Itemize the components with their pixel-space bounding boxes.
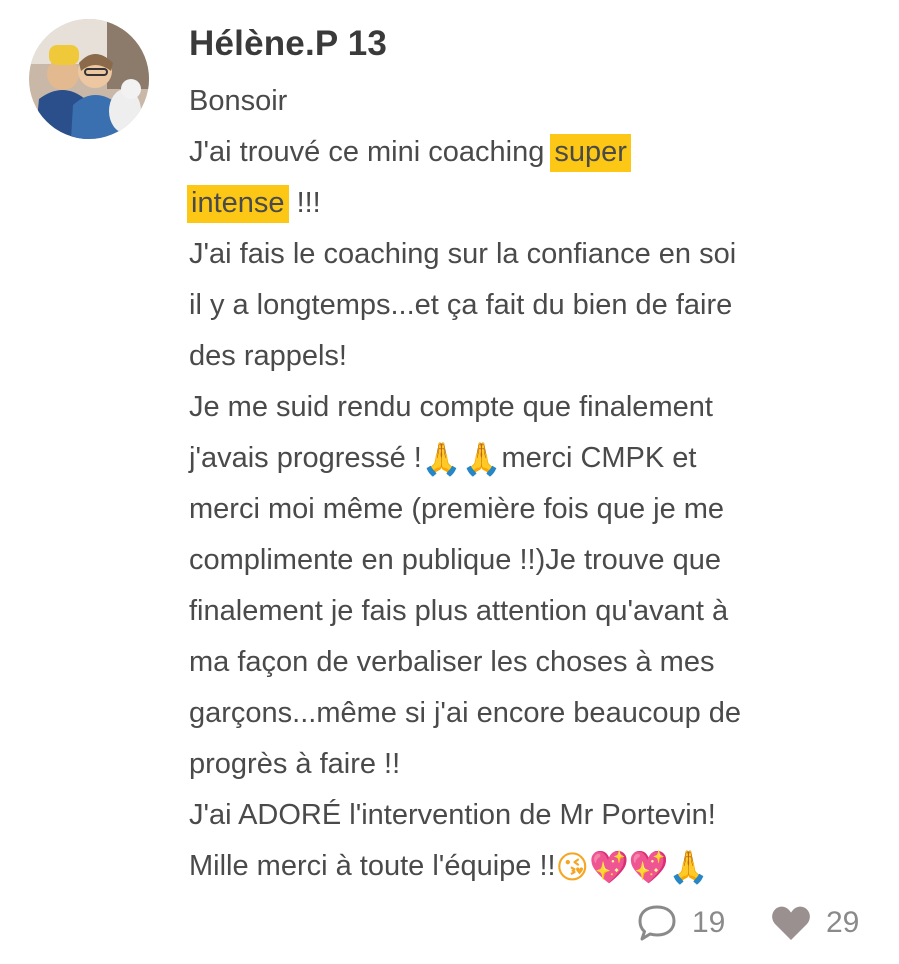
- comment-line: des rappels!: [189, 331, 869, 382]
- comment-line: merci moi même (première fois que je me: [189, 484, 869, 535]
- heart-icon: [770, 903, 812, 943]
- author-name[interactable]: Hélène.P 13: [189, 24, 387, 64]
- comment-text-segment: j'avais progressé !: [189, 442, 422, 474]
- comment-text-segment: finalement je fais plus attention qu'ava…: [189, 595, 729, 627]
- comments-counter[interactable]: 19: [636, 895, 725, 951]
- comment-text-segment: garçons...même si j'ai encore beaucoup d…: [189, 697, 742, 729]
- comment-text-segment: J'ai ADORÉ l'intervention de Mr Portevin…: [189, 799, 716, 831]
- highlighted-text: intense: [187, 185, 289, 223]
- comment-text-segment: Bonsoir: [189, 85, 288, 117]
- avatar-photo: [29, 19, 149, 139]
- comment-line: intense !!!: [187, 178, 869, 229]
- comment-text-segment: complimente en publique !!)Je trouve que: [189, 544, 721, 576]
- sparkling-heart-icon: 💖: [588, 848, 629, 886]
- comment-text-segment: des rappels!: [189, 340, 347, 372]
- comment-line: progrès à faire !!: [189, 739, 869, 790]
- comment-text-segment: merci CMPK et: [501, 442, 697, 474]
- comment-line: complimente en publique !!)Je trouve que: [189, 535, 869, 586]
- comment-text-segment: progrès à faire !!: [189, 748, 401, 780]
- comment-text-segment: J'ai trouvé ce mini coaching: [189, 136, 553, 168]
- comments-count: 19: [692, 906, 726, 939]
- comment-post: Hélène.P 13 Bonsoir J'ai trouvé ce mini c…: [0, 0, 899, 964]
- comment-text-segment: Je me suid rendu compte que finalement: [189, 391, 713, 423]
- praying-hands-icon: 🙏: [421, 440, 462, 478]
- kissing-face-icon: 😘: [555, 848, 589, 886]
- praying-hands-icon: 🙏: [461, 440, 502, 478]
- comment-line: garçons...même si j'ai encore beaucoup d…: [189, 688, 869, 739]
- comment-line: Je me suid rendu compte que finalement: [189, 382, 869, 433]
- sparkling-heart-icon: 💖: [628, 848, 669, 886]
- comment-line: Mille merci à toute l'équipe !!😘💖💖🙏: [189, 841, 869, 892]
- comment-line: ma façon de verbaliser les choses à mes: [189, 637, 869, 688]
- highlighted-text: super: [550, 134, 631, 172]
- speech-bubble-icon: [636, 903, 678, 943]
- comment-line: il y a longtemps...et ça fait du bien de…: [189, 280, 869, 331]
- comment-line: J'ai ADORÉ l'intervention de Mr Portevin…: [189, 790, 869, 841]
- likes-count: 29: [826, 906, 860, 939]
- likes-counter[interactable]: 29: [770, 895, 859, 951]
- comment-line: j'avais progressé !🙏🙏merci CMPK et: [189, 433, 869, 484]
- comment-text: Bonsoir J'ai trouvé ce mini coaching supe…: [187, 76, 869, 892]
- comment-text-segment: merci moi même (première fois que je me: [189, 493, 725, 525]
- praying-hands-icon: 🙏: [668, 848, 709, 886]
- comment-line: Bonsoir: [189, 76, 869, 127]
- comment-line: J'ai trouvé ce mini coaching super: [189, 127, 869, 178]
- avatar[interactable]: [29, 19, 149, 139]
- comment-text-segment: Mille merci à toute l'équipe !!: [189, 850, 556, 882]
- comment-text-segment: il y a longtemps...et ça fait du bien de…: [189, 289, 733, 321]
- comment-line: finalement je fais plus attention qu'ava…: [189, 586, 869, 637]
- comment-text-segment: !!!: [288, 187, 321, 219]
- comment-text-segment: J'ai fais le coaching sur la confiance e…: [189, 238, 737, 270]
- comment-line: J'ai fais le coaching sur la confiance e…: [189, 229, 869, 280]
- comment-text-segment: ma façon de verbaliser les choses à mes: [189, 646, 715, 678]
